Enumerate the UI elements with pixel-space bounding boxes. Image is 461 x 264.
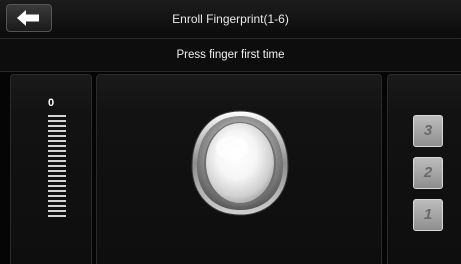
quality-bar-segment (48, 205, 66, 207)
quality-bar-segment (48, 145, 66, 147)
quality-bar-segment (48, 115, 66, 117)
back-arrow-icon (17, 10, 39, 26)
quality-bar-segment (48, 150, 66, 152)
quality-bar-segment (48, 120, 66, 122)
quality-bar-segment (48, 180, 66, 182)
enroll-steps-panel: 3 2 1 (387, 74, 461, 264)
enroll-fingerprint-screen: Enroll Fingerprint(1-6) Press finger fir… (0, 0, 461, 264)
quality-bar-segment (48, 215, 66, 217)
back-button[interactable] (6, 4, 52, 32)
step-3-badge: 3 (413, 115, 443, 147)
quality-bar-segment (48, 170, 66, 172)
quality-bar-segment (48, 165, 66, 167)
quality-bar-segment (48, 190, 66, 192)
quality-value: 0 (47, 97, 55, 109)
step-2-badge: 2 (413, 157, 443, 189)
quality-bar-segment (48, 200, 66, 202)
fingerprint-panel (96, 74, 382, 264)
quality-bar-segment (48, 155, 66, 157)
fingerprint-sensor-icon (188, 108, 292, 223)
quality-bar-segment (48, 185, 66, 187)
quality-bar-segment (48, 195, 66, 197)
prompt-message: Press finger first time (176, 49, 285, 61)
quality-meter (48, 115, 66, 220)
quality-bar-segment (48, 210, 66, 212)
prompt-bar: Press finger first time (0, 39, 461, 72)
quality-bar-segment (48, 140, 66, 142)
title-bar: Enroll Fingerprint(1-6) (0, 0, 461, 39)
quality-bar-segment (48, 175, 66, 177)
quality-panel: 0 (10, 74, 92, 264)
quality-bar-segment (48, 130, 66, 132)
quality-bar-segment (48, 125, 66, 127)
page-title: Enroll Fingerprint(1-6) (172, 12, 289, 26)
quality-bar-segment (48, 160, 66, 162)
step-1-badge: 1 (413, 199, 443, 231)
quality-bar-segment (48, 135, 66, 137)
